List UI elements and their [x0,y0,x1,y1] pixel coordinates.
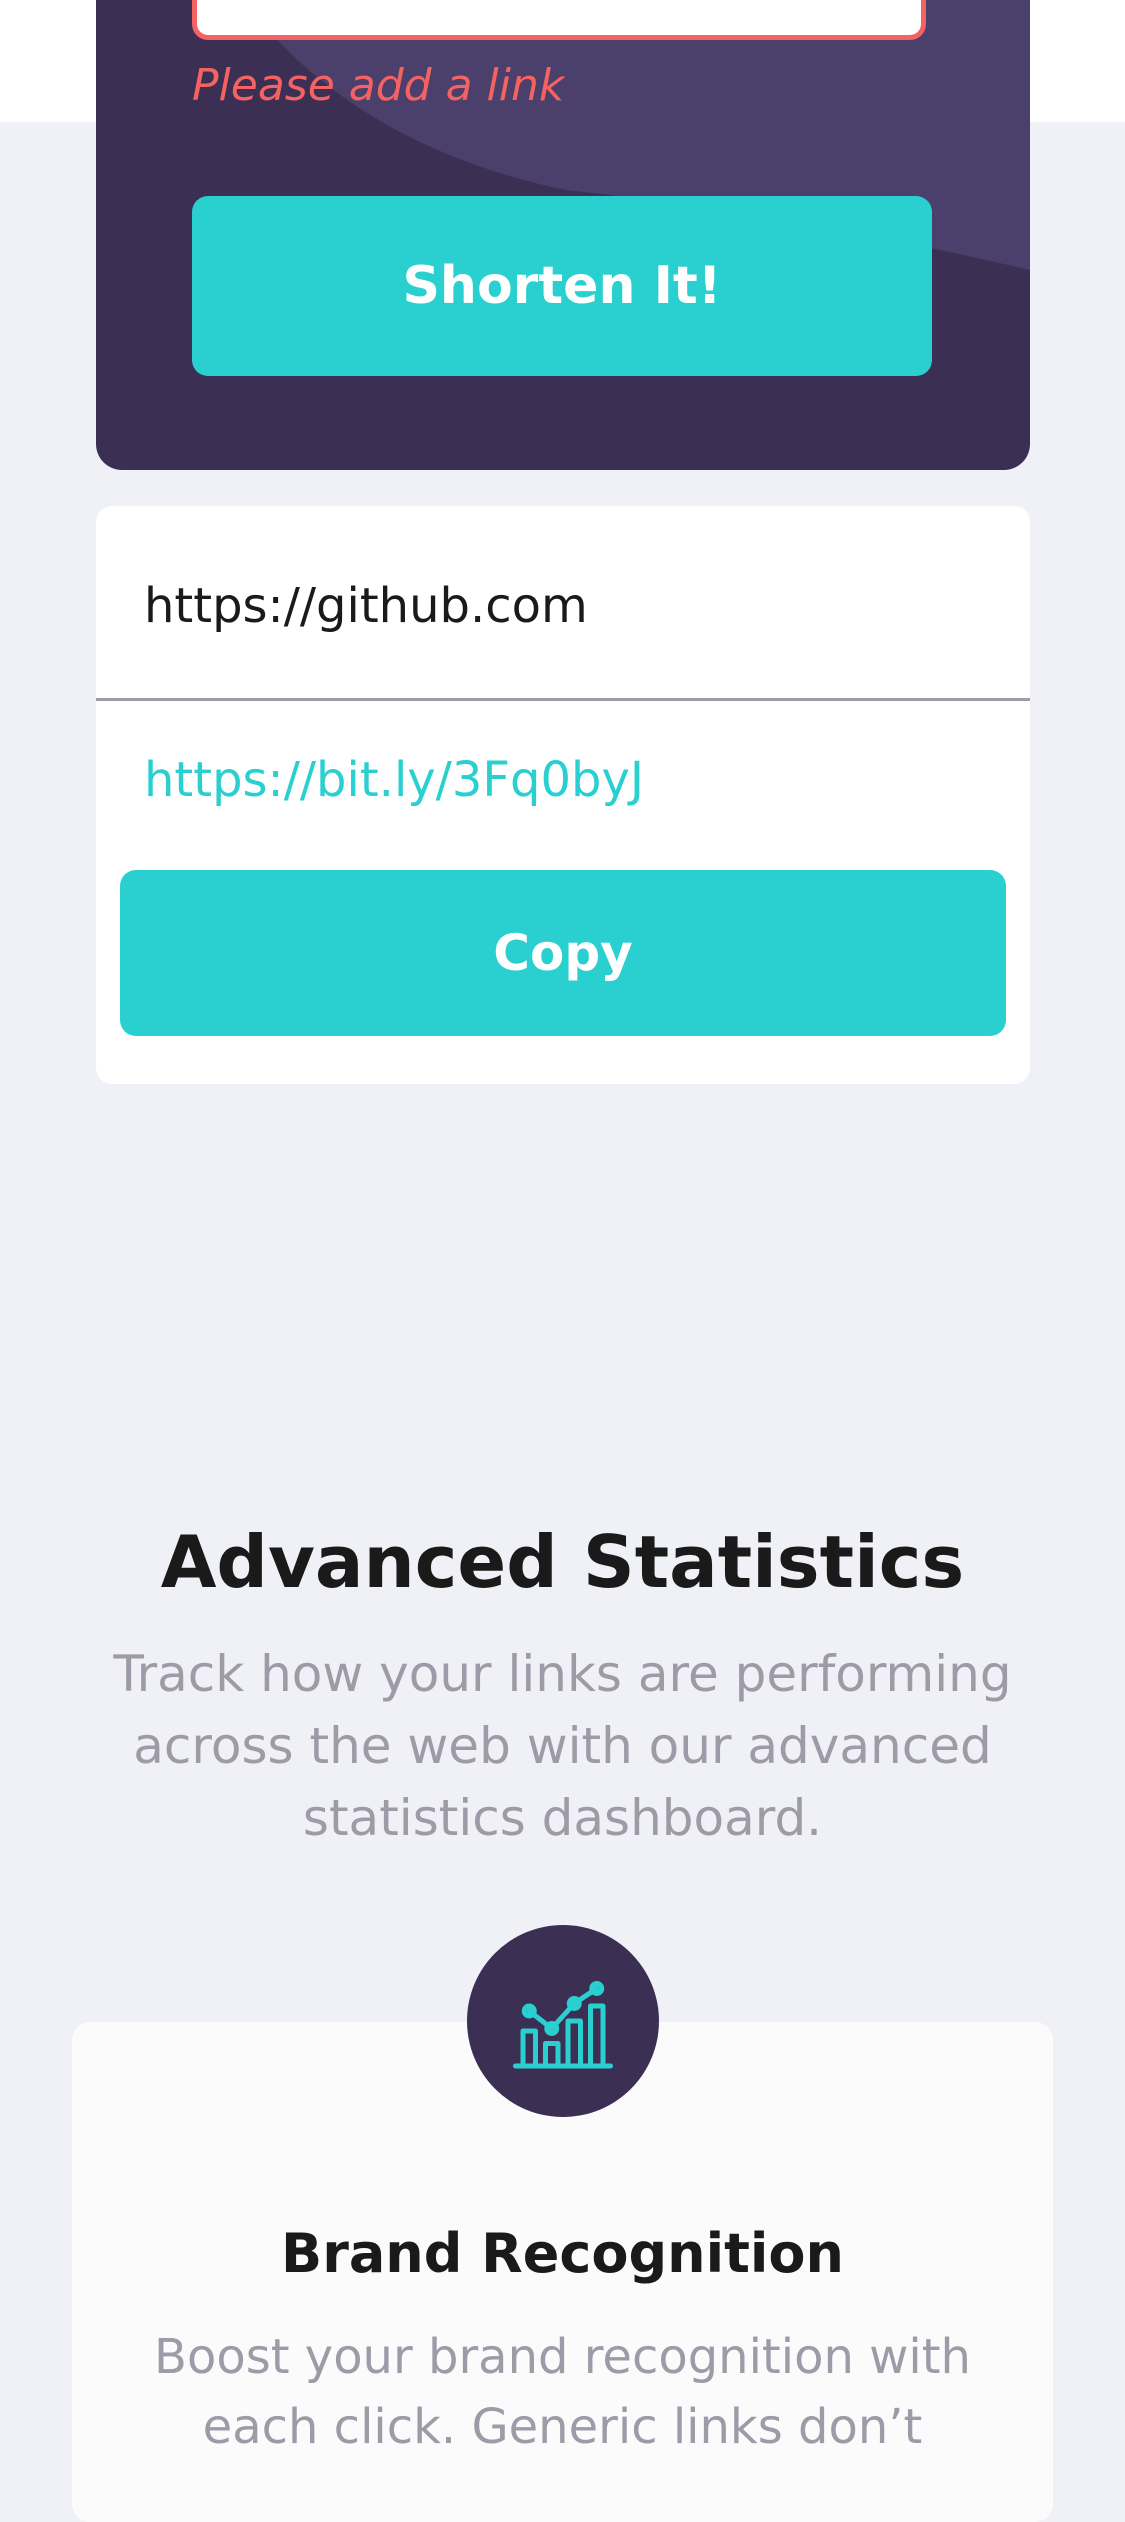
url-input[interactable] [192,0,926,40]
brand-recognition-chart-icon [513,1981,613,2069]
feature-title: Brand Recognition [281,2222,844,2285]
shorten-button[interactable]: Shorten It! [192,196,932,376]
feature-description: Boost your brand recognition with each c… [154,2329,971,2455]
copy-button[interactable]: Copy [120,870,1006,1036]
short-url-link[interactable]: https://bit.ly/3Fq0byJ [144,752,644,808]
section-title: Advanced Statistics [160,1520,965,1604]
shortened-link-card: https://github.com https://bit.ly/3Fq0by… [96,506,1030,1084]
shorten-form-card: Please add a link Shorten It! [96,0,1030,470]
divider [96,698,1030,701]
original-url: https://github.com [144,578,588,634]
section-description: Track how your links are performing acro… [113,1645,1012,1847]
error-message: Please add a link [192,60,565,111]
feature-icon-badge [467,1925,659,2117]
